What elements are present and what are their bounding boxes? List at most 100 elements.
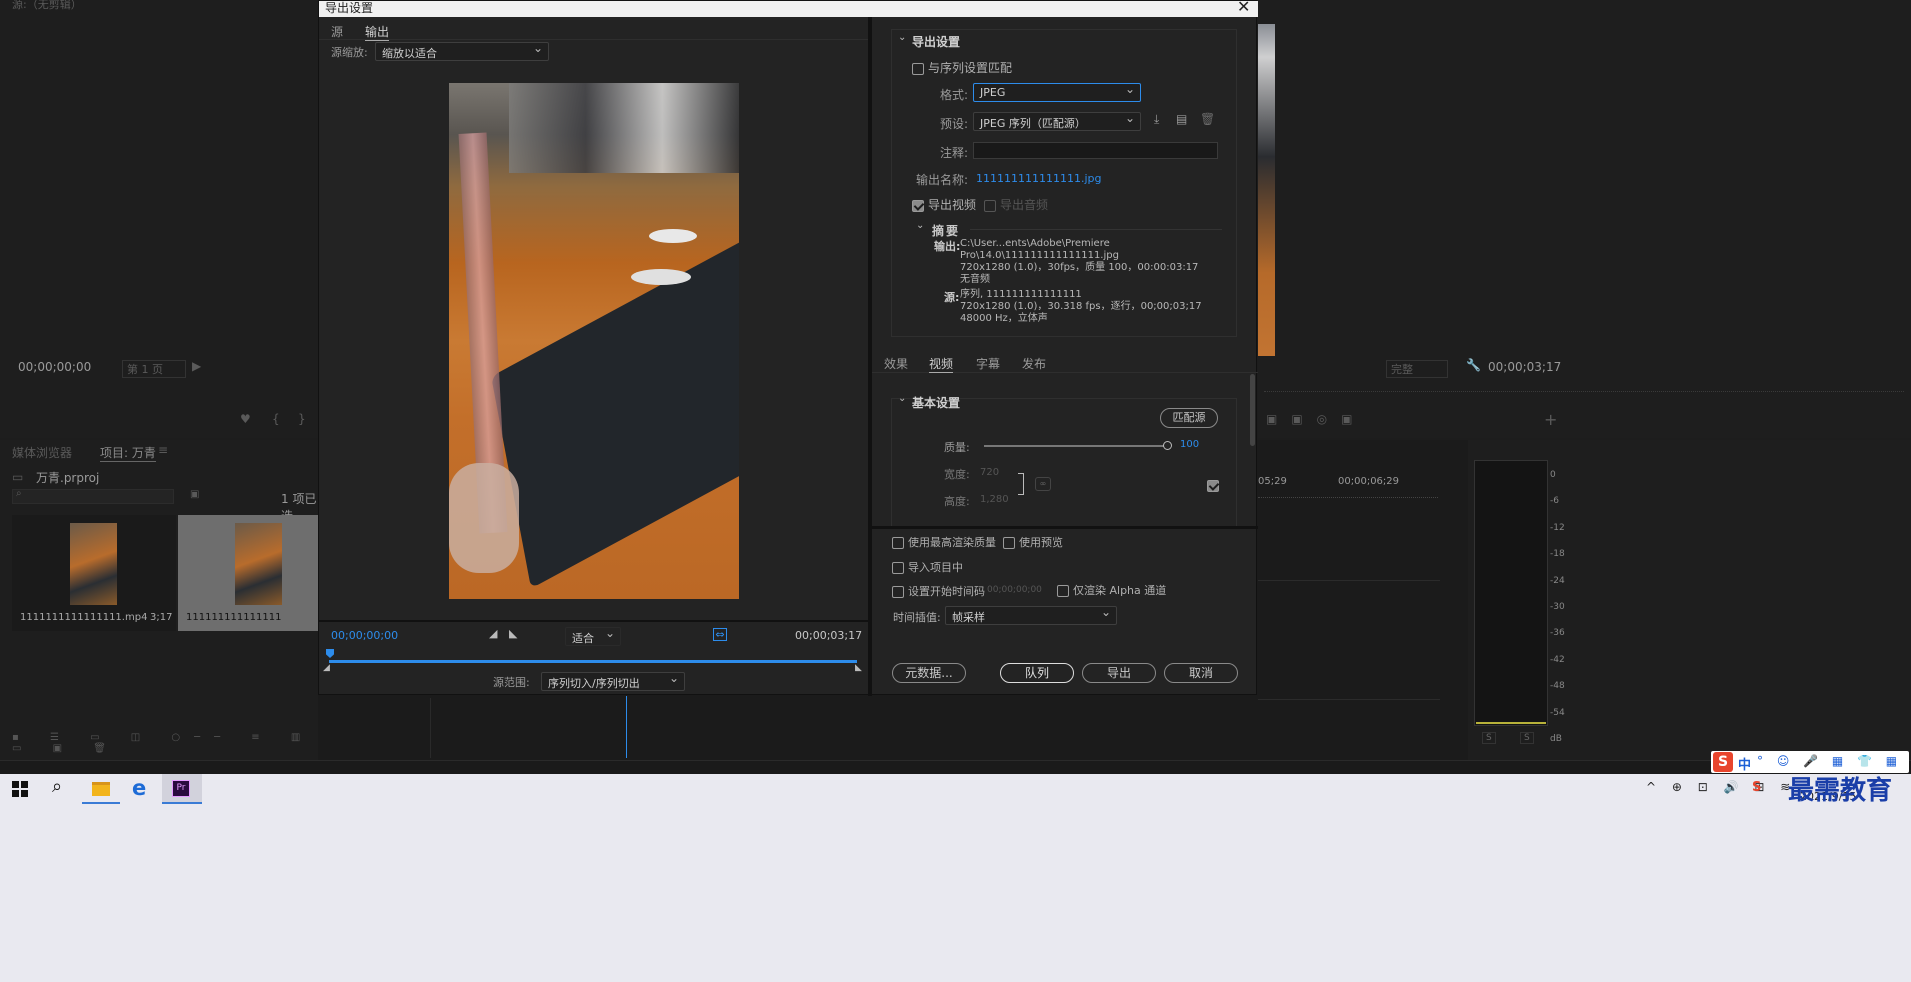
time-interp-label: 时间插值: <box>893 611 941 624</box>
page-select[interactable]: 第 1 页 <box>122 360 186 378</box>
settings-scrollbar[interactable] <box>1250 374 1255 446</box>
height-value: 1,280 <box>980 494 1009 505</box>
meter-label: 0 <box>1550 470 1556 480</box>
clip-name: 1111111111111111.mp4 <box>20 612 148 623</box>
tray-ime-icon[interactable]: S <box>1752 780 1761 795</box>
add-button-icon[interactable]: + <box>1544 410 1557 429</box>
export-audio-checkbox[interactable]: 导出音频 <box>984 196 1048 213</box>
tab-publish[interactable]: 发布 <box>1022 355 1046 372</box>
format-select[interactable]: JPEG <box>973 82 1141 102</box>
alpha-only-checkbox[interactable]: 仅渲染 Alpha 通道 <box>1057 582 1166 598</box>
export-settings-header: 导出设置 <box>912 35 961 49</box>
resize-checkbox[interactable] <box>1207 478 1223 492</box>
delete-preset-icon[interactable]: 🗑 <box>1200 112 1215 126</box>
range-in-handle[interactable]: ◢ <box>323 663 330 673</box>
set-in-icon[interactable]: ◢ <box>489 627 497 640</box>
comment-input[interactable] <box>973 142 1218 159</box>
summary-chevron-icon[interactable]: ⌄ <box>916 220 924 231</box>
use-previews-checkbox[interactable]: 使用预览 <box>1003 534 1063 550</box>
marker-icon[interactable]: ♥ <box>240 412 251 426</box>
checkbox-box[interactable] <box>1057 584 1069 597</box>
output-name-label: 输出名称: <box>916 173 969 187</box>
fit-select[interactable]: 适合 <box>565 626 621 646</box>
file-explorer-icon[interactable] <box>92 782 110 796</box>
tab-menu-icon[interactable]: ≡ <box>158 443 168 457</box>
save-preset-icon[interactable]: ⤓ <box>1154 112 1159 127</box>
timeline-playhead[interactable] <box>626 696 627 758</box>
source-scale-select[interactable]: 缩放以适合 <box>375 41 549 61</box>
match-source-button[interactable]: 匹配源 <box>1160 408 1218 428</box>
audio-meter <box>1474 460 1548 726</box>
export-video-checkbox[interactable]: 导出视频 <box>912 196 976 213</box>
ime-tool-icons[interactable]: ° ☺ 🎤 ▦ 👕 ▦ <box>1757 754 1902 768</box>
edge-icon[interactable]: e <box>132 776 146 800</box>
start-pane <box>21 781 28 788</box>
new-bin-icon[interactable]: ▣ <box>190 489 199 500</box>
quality-value[interactable]: 100 <box>1180 439 1199 450</box>
basic-chevron-icon[interactable]: ⌄ <box>898 393 906 404</box>
program-fit-select[interactable]: 完整 <box>1386 360 1448 378</box>
checkbox-box[interactable] <box>912 199 924 212</box>
import-preset-icon[interactable]: ▤ <box>1176 112 1187 126</box>
max-render-checkbox[interactable]: 使用最高渲染质量 <box>892 534 996 550</box>
start-tc-value: 00;00;00;00 <box>987 585 1042 595</box>
search-taskbar-icon[interactable]: ⌕ <box>52 776 62 797</box>
checkbox-box[interactable] <box>984 199 996 212</box>
tab-video[interactable]: 视频 <box>929 355 954 373</box>
metadata-button[interactable]: 元数据... <box>892 663 966 683</box>
match-sequence-checkbox[interactable]: 与序列设置匹配 <box>912 59 1012 76</box>
time-interp-select[interactable]: 帧采样 <box>945 605 1117 625</box>
checkbox-box[interactable] <box>912 62 924 75</box>
close-icon[interactable]: ✕ <box>1237 0 1250 16</box>
sequence-item[interactable]: 111111111111111 <box>178 515 318 631</box>
checkbox-box[interactable] <box>892 561 904 574</box>
checkbox-box[interactable] <box>892 536 904 549</box>
solo-button-right[interactable]: S <box>1520 732 1534 744</box>
source-range-select[interactable]: 序列切入/序列切出 <box>541 671 685 691</box>
quality-slider-track[interactable] <box>984 441 1172 450</box>
timeline-time-1: 05;29 <box>1258 476 1287 487</box>
program-timecode[interactable]: 00;00;03;17 <box>1488 360 1561 374</box>
set-out-icon[interactable]: ◣ <box>509 627 517 640</box>
project-file-name: 万青.prproj <box>36 471 100 485</box>
output-name-link[interactable]: 111111111111111.jpg <box>976 172 1102 185</box>
queue-button[interactable]: 队列 <box>1000 663 1074 683</box>
checkbox-box[interactable] <box>892 585 904 598</box>
mark-out-icon[interactable]: } <box>298 412 306 426</box>
export-button[interactable]: 导出 <box>1082 663 1156 683</box>
program-transport-icons[interactable]: ▣▣◎▣ <box>1266 412 1366 426</box>
source-range-label: 源范围: <box>493 676 530 689</box>
clip-item[interactable]: 1111111111111111.mp4 3;17 <box>12 515 176 631</box>
playhead-marker[interactable] <box>326 649 334 658</box>
source-timecode[interactable]: 00;00;00;00 <box>18 360 91 374</box>
play-arrow-icon[interactable]: ▶ <box>192 359 201 373</box>
collapse-chevron-icon[interactable]: ⌄ <box>898 32 906 43</box>
preset-select[interactable]: JPEG 序列（匹配源） <box>973 111 1141 131</box>
quality-slider-thumb[interactable] <box>1163 441 1172 450</box>
wrench-icon[interactable]: 🔧 <box>1466 358 1481 372</box>
cancel-button[interactable]: 取消 <box>1164 663 1238 683</box>
max-render-label: 使用最高渲染质量 <box>908 536 996 549</box>
timecode-start[interactable]: 00;00;00;00 <box>331 629 398 642</box>
tab-media-browser[interactable]: 媒体浏览器 <box>12 444 72 461</box>
start-icon[interactable] <box>12 781 28 797</box>
checkbox-box[interactable] <box>1003 536 1015 549</box>
left-tab-source[interactable]: 源 <box>331 23 343 40</box>
scrub-track[interactable] <box>329 660 857 663</box>
range-out-handle[interactable]: ◣ <box>855 663 862 673</box>
checkbox-box[interactable] <box>1207 479 1219 492</box>
set-start-tc-checkbox[interactable]: 设置开始时间码 <box>892 583 985 599</box>
ime-mode[interactable]: 中 <box>1738 754 1751 773</box>
project-search-input[interactable] <box>12 489 174 504</box>
mark-in-icon[interactable]: { <box>272 412 280 426</box>
tray-icons[interactable]: ^ ⊕ ⊡ 🔊 ⊞ ≋ <box>1646 780 1796 794</box>
import-project-checkbox[interactable]: 导入项目中 <box>892 559 963 575</box>
tab-effects[interactable]: 效果 <box>884 355 908 372</box>
link-icon[interactable]: ∞ <box>1035 477 1051 491</box>
summary-header: 摘要 <box>932 224 961 238</box>
tab-project[interactable]: 项目: 万青 <box>100 444 156 462</box>
solo-button-left[interactable]: S <box>1482 732 1496 744</box>
premiere-icon[interactable]: Pr <box>172 780 190 797</box>
tab-captions[interactable]: 字幕 <box>976 355 1000 372</box>
aspect-toggle-icon[interactable]: ⇔ <box>713 628 727 641</box>
